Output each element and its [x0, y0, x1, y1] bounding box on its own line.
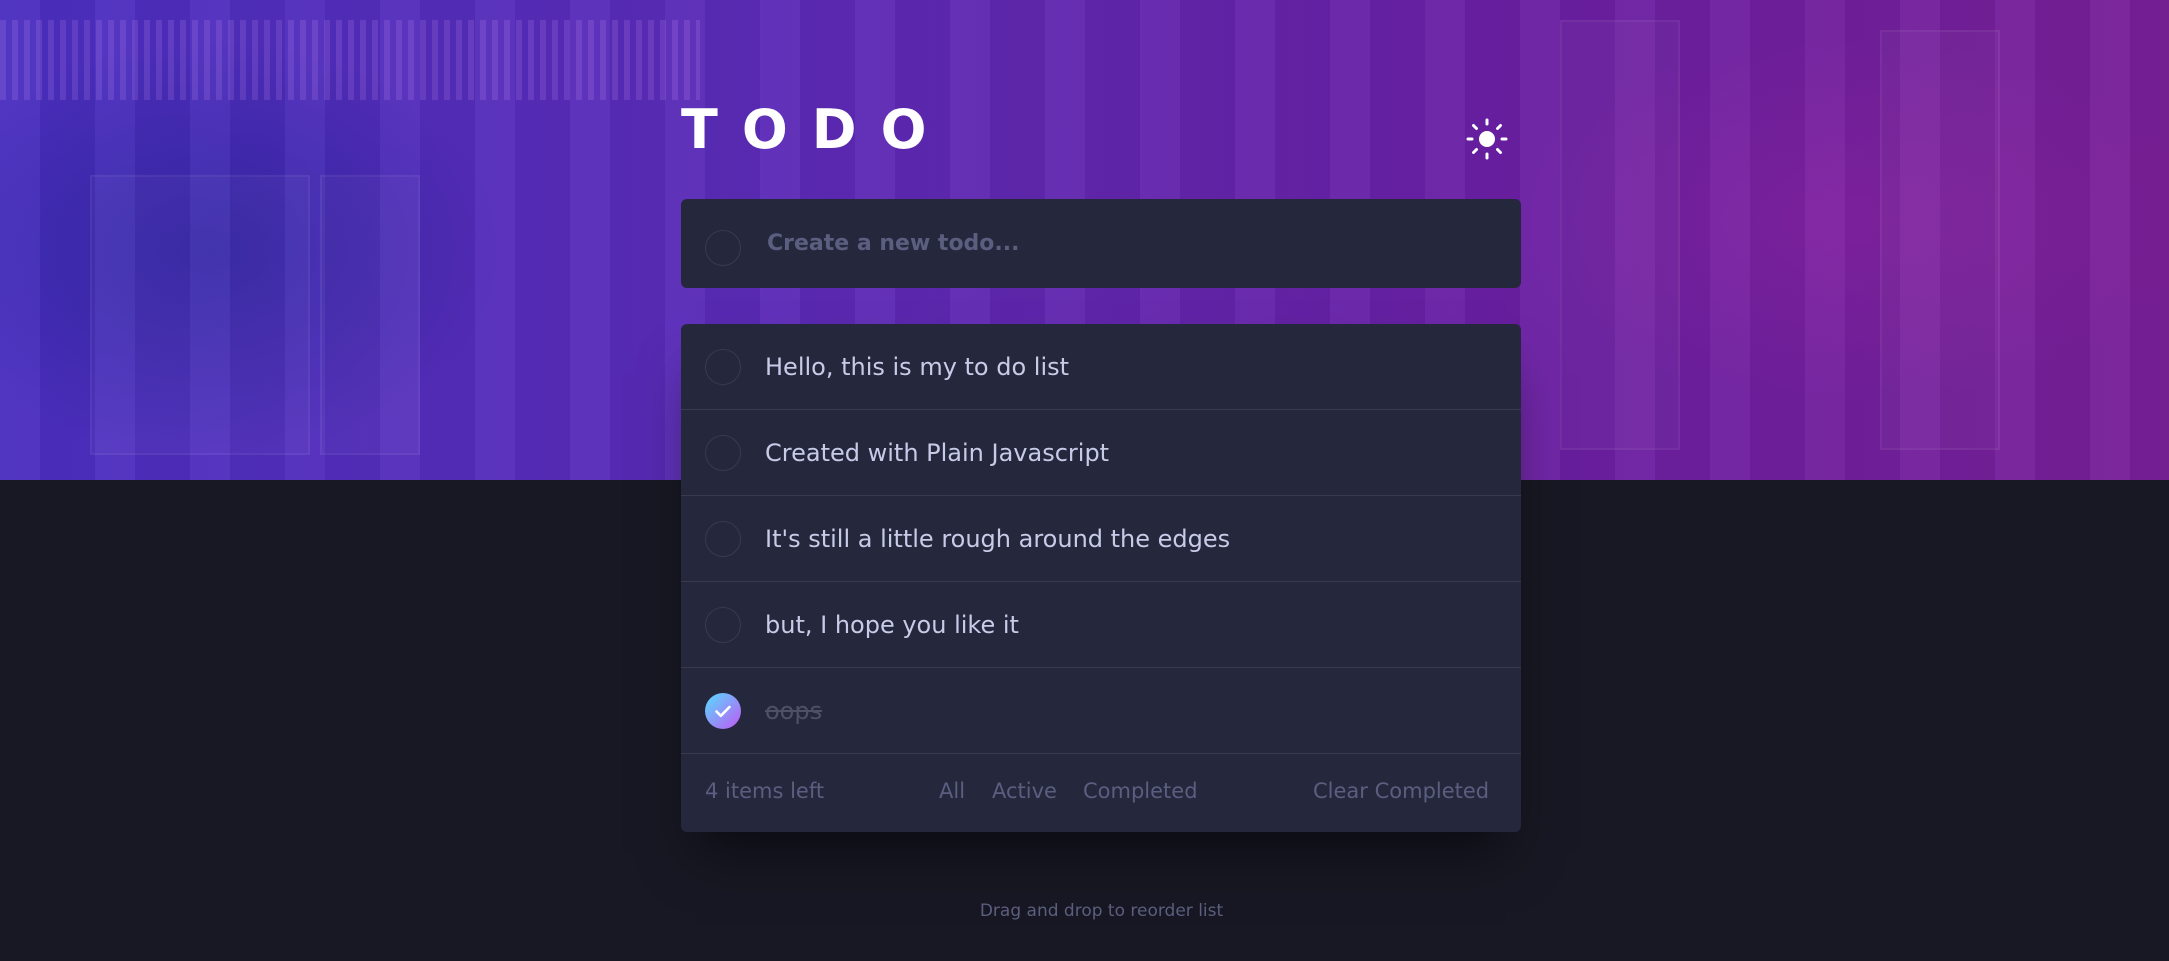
filter-completed[interactable]: Completed [1083, 779, 1198, 803]
create-todo-bar [681, 199, 1521, 288]
todo-item[interactable]: Created with Plain Javascript [681, 410, 1521, 496]
filter-all[interactable]: All [939, 779, 965, 803]
todo-item-completed[interactable]: oops [681, 668, 1521, 754]
todo-item[interactable]: It's still a little rough around the edg… [681, 496, 1521, 582]
todo-text-completed: oops [765, 697, 823, 725]
sun-icon [1466, 118, 1508, 160]
todo-text: It's still a little rough around the edg… [765, 525, 1231, 553]
todo-checkbox[interactable] [705, 607, 741, 643]
filter-active[interactable]: Active [992, 779, 1057, 803]
create-todo-checkbox[interactable] [705, 230, 741, 266]
todo-checkbox-checked[interactable] [705, 693, 741, 729]
todo-list: Hello, this is my to do list Created wit… [681, 324, 1521, 832]
todo-text: Hello, this is my to do list [765, 353, 1070, 381]
background-pane [1880, 30, 2000, 450]
list-footer: 4 items left All Active Completed Clear … [681, 754, 1521, 832]
todo-checkbox[interactable] [705, 349, 741, 385]
items-left-count: 4 items left [705, 779, 825, 803]
clear-completed-button[interactable]: Clear Completed [1313, 779, 1489, 803]
background-pane [320, 175, 420, 455]
todo-item[interactable]: but, I hope you like it [681, 582, 1521, 668]
background-pane [1560, 20, 1680, 450]
theme-toggle-button[interactable] [1466, 118, 1508, 160]
app-title: TODO [681, 98, 951, 161]
todo-checkbox[interactable] [705, 435, 741, 471]
checkmark-icon [715, 705, 731, 717]
background-pane [90, 175, 310, 455]
background-stripe [0, 20, 700, 100]
todo-checkbox[interactable] [705, 521, 741, 557]
todo-text: but, I hope you like it [765, 611, 1019, 639]
todo-item[interactable]: Hello, this is my to do list [681, 324, 1521, 410]
todo-text: Created with Plain Javascript [765, 439, 1110, 467]
new-todo-input[interactable] [767, 221, 1487, 265]
reorder-hint: Drag and drop to reorder list [979, 901, 1224, 921]
